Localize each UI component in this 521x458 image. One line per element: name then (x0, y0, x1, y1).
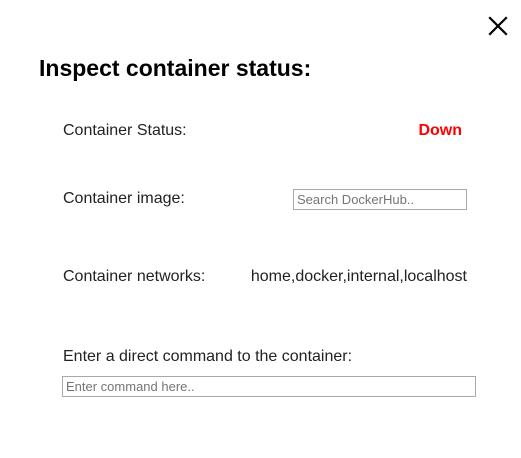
close-button[interactable] (486, 14, 510, 38)
inspect-container-dialog: Inspect container status: Container Stat… (0, 0, 521, 458)
container-status-value: Down (418, 122, 462, 139)
container-status-label: Container Status: (63, 122, 187, 139)
container-image-label: Container image: (63, 190, 185, 207)
container-networks-label: Container networks: (63, 268, 206, 285)
close-icon (488, 16, 508, 36)
dockerhub-search-input[interactable] (293, 189, 467, 210)
command-label: Enter a direct command to the container: (63, 348, 353, 365)
dialog-title: Inspect container status: (39, 55, 312, 81)
container-networks-value: home,docker,internal,localhost (250, 268, 467, 285)
command-input[interactable] (62, 376, 476, 397)
